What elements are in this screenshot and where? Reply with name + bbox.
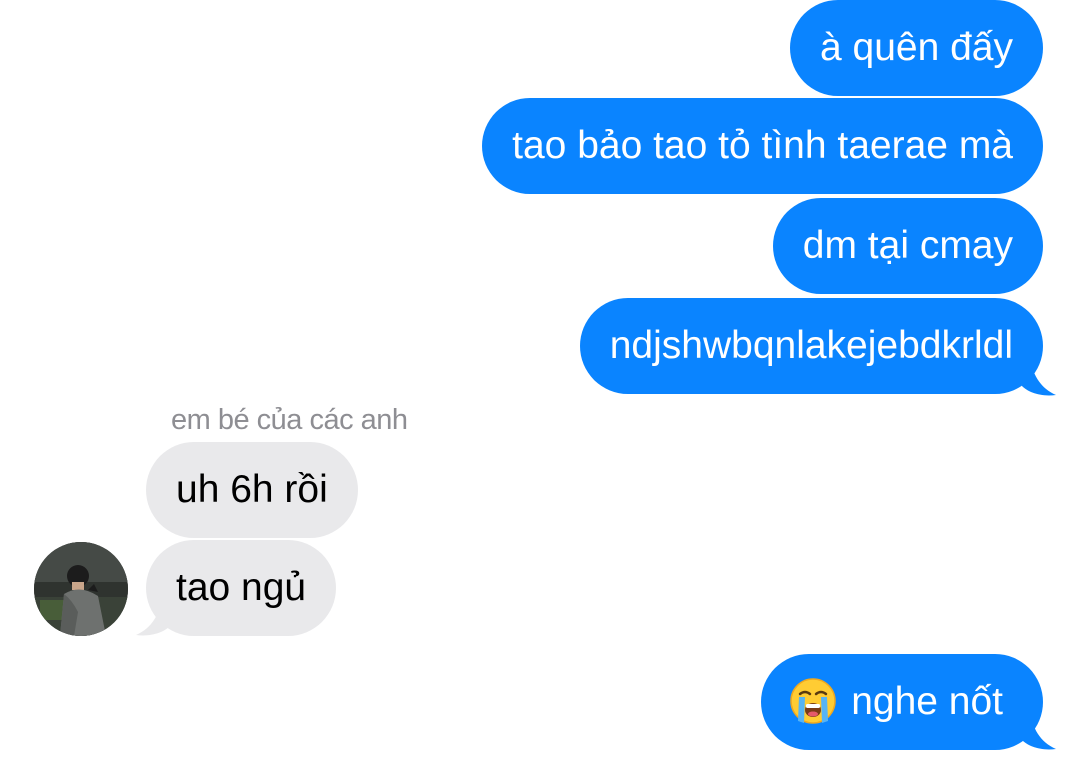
outgoing-message-bubble[interactable]: nghe nốt [761,654,1043,750]
outgoing-message-bubble[interactable]: à quên đấy [789,0,1043,96]
message-text: tao ngủ [176,566,307,609]
incoming-message-bubble[interactable]: tao ngủ [146,540,337,636]
message-text: nghe nốt [851,680,1003,723]
outgoing-bubble-tail [1022,710,1056,750]
incoming-message-bubble[interactable]: uh 6h rồi [146,442,358,538]
incoming-bubble-tail [136,596,170,636]
contact-avatar[interactable] [34,542,128,636]
message-text: uh 6h rồi [176,468,328,511]
loudly-crying-face-icon [790,677,836,724]
message-text: tao bảo tao tỏ tình taerae mà [512,124,1013,167]
outgoing-message-bubble[interactable]: dm tại cmay [772,198,1043,294]
message-text: dm tại cmay [802,224,1013,267]
avatar-photo-icon [34,542,128,636]
sender-name: em bé của các anh [171,404,408,436]
outgoing-bubble-tail [1022,356,1056,396]
message-text: à quên đấy [819,26,1013,69]
outgoing-message-bubble[interactable]: tao bảo tao tỏ tình taerae mà [482,98,1043,194]
outgoing-message-bubble[interactable]: ndjshwbqnlakejebdkrldl [579,298,1043,394]
message-text: ndjshwbqnlakejebdkrldl [609,324,1013,367]
